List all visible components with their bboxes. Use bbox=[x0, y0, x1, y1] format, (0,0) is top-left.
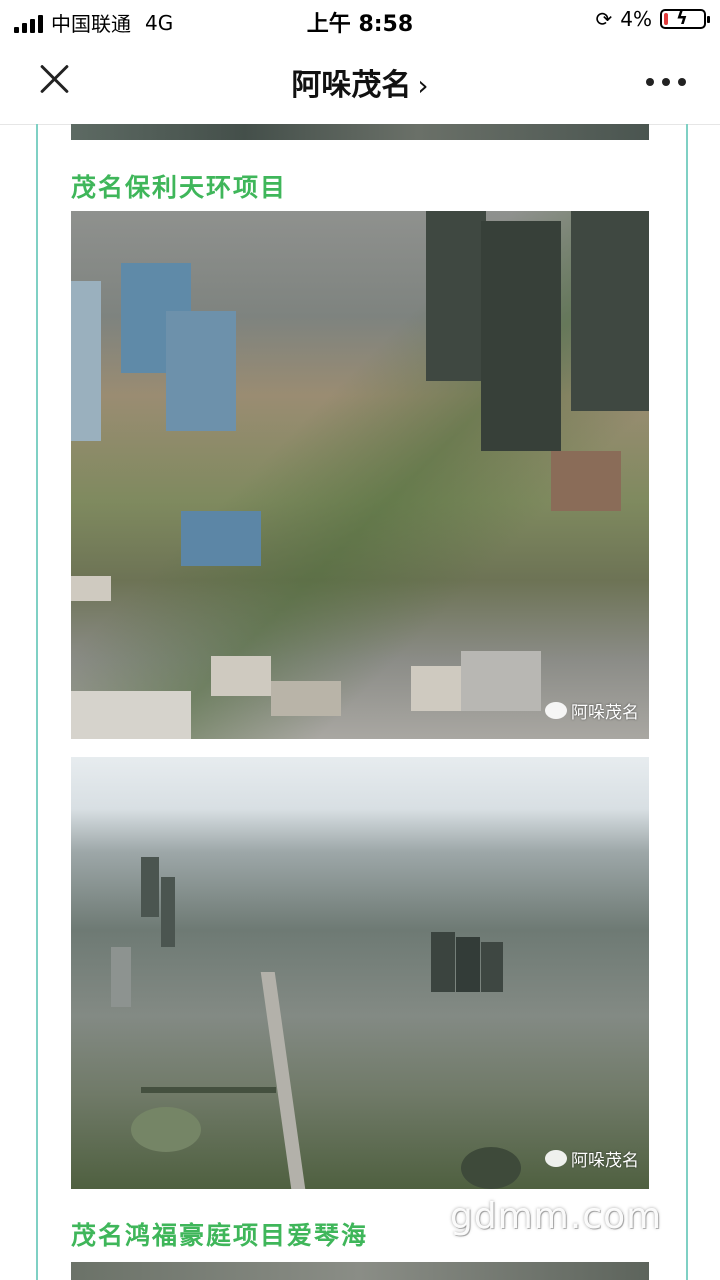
photo-watermark-text: 阿哚茂名 bbox=[571, 1151, 639, 1171]
battery-percent: 4% bbox=[620, 7, 652, 31]
article-image-aerial-city[interactable]: 阿哚茂名 bbox=[71, 757, 649, 1189]
article-image-partial-top[interactable] bbox=[71, 124, 649, 140]
pond bbox=[461, 1147, 521, 1189]
wechat-icon bbox=[545, 702, 567, 719]
article-image-partial-bottom[interactable] bbox=[71, 1262, 649, 1280]
account-title-button[interactable]: 阿哚茂名 › bbox=[0, 60, 720, 104]
photo-watermark-text: 阿哚茂名 bbox=[571, 703, 639, 723]
wechat-icon bbox=[545, 1150, 567, 1167]
photo-watermark: 阿哚茂名 bbox=[545, 1146, 639, 1171]
pond bbox=[131, 1107, 201, 1152]
article-image-aerial-site[interactable]: 阿哚茂名 bbox=[71, 211, 649, 739]
section-heading: 茂名鸿福豪庭项目爱琴海 bbox=[71, 1221, 369, 1250]
site-watermark: gdmm.com bbox=[450, 1196, 663, 1237]
chevron-right-icon: › bbox=[417, 69, 429, 102]
photo-watermark: 阿哚茂名 bbox=[545, 698, 639, 723]
section-heading: 茂名保利天环项目 bbox=[71, 173, 288, 202]
more-icon[interactable] bbox=[646, 78, 686, 86]
nav-bar: 阿哚茂名 › bbox=[0, 40, 720, 125]
status-bar: 中国联通 4G 上午 8:58 ⟳ 4% ϟ bbox=[0, 0, 720, 40]
battery-icon: ϟ bbox=[660, 8, 710, 29]
orientation-lock-icon: ⟳ bbox=[595, 7, 613, 31]
account-title: 阿哚茂名 bbox=[291, 68, 412, 103]
